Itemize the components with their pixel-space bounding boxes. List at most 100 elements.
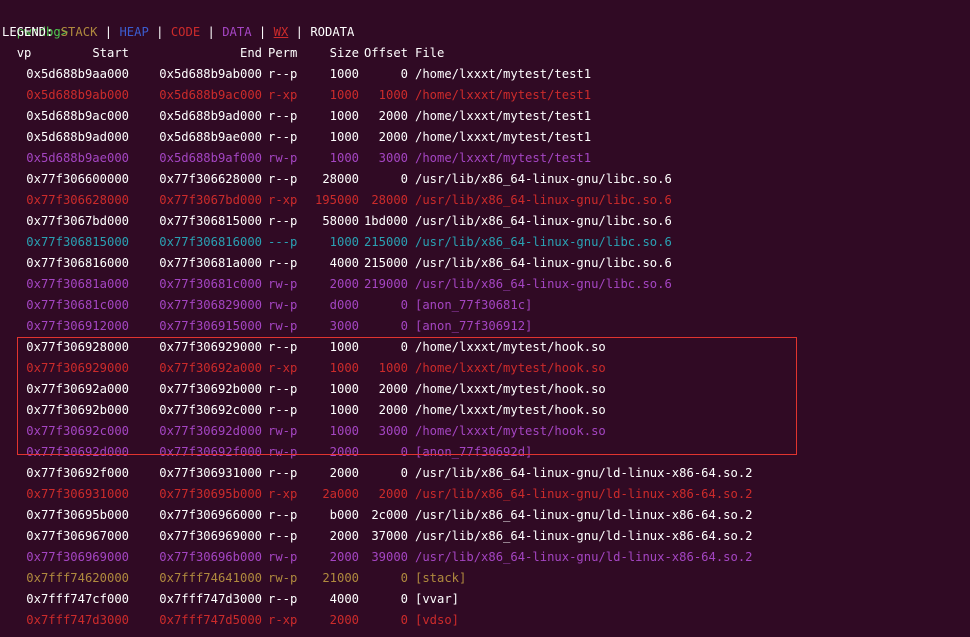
cell-end: 0x7fff747d3000: [159, 592, 262, 606]
table-row: 0x7fff747d3000 0x7fff747d5000 r-xp 2000 0 [vd…: [0, 610, 970, 631]
table-row: 0x5d688b9ab000 0x5d688b9ac000 r-xp 1000 1000…: [0, 85, 970, 106]
legend-line: LEGEND: STACK | HEAP | CODE | DATA | WX …: [2, 22, 354, 43]
table-row: 0x77f30692f000 0x77f306931000 r--p 2000 0/us…: [0, 463, 970, 484]
cell-start: 0x77f306928000: [26, 340, 129, 354]
table-row: 0x77f30692d000 0x77f30692f000 rw-p 2000 0 [an…: [0, 442, 970, 463]
cell-start: 0x77f30692b000: [26, 403, 129, 417]
cell-file: /home/lxxxt/mytest/test1: [415, 130, 592, 144]
cell-perm: r-xp: [268, 88, 298, 102]
cell-start: 0x77f306815000: [26, 235, 129, 249]
cell-size: 2000: [329, 550, 359, 564]
cell-perm: r--p: [268, 382, 298, 396]
table-row: 0x7fff747cf000 0x7fff747d3000 r--p 4000 0 [vv…: [0, 589, 970, 610]
legend-item-code: CODE: [170, 25, 201, 39]
cell-perm: r--p: [268, 109, 298, 123]
cell-start: 0x7fff747d3000: [26, 613, 129, 627]
header-start: Start: [92, 46, 129, 60]
cell-file: /home/lxxxt/mytest/hook.so: [415, 382, 606, 396]
cell-start: 0x77f306816000: [26, 256, 129, 270]
header-perm: Perm: [268, 46, 298, 60]
cell-start: 0x77f306967000: [26, 529, 129, 543]
table-row: 0x77f306928000 0x77f306929000 r--p 1000 0/ho…: [0, 337, 970, 358]
cell-offset: 2000: [378, 382, 408, 396]
cell-file: [vvar]: [415, 592, 460, 606]
cell-perm: r--p: [268, 340, 298, 354]
cell-file: /home/lxxxt/mytest/hook.so: [415, 424, 606, 438]
cell-size: 2000: [329, 529, 359, 543]
cell-perm: r--p: [268, 67, 298, 81]
prompt-line: pwndbg> vp: [2, 1, 68, 60]
legend-item-data: DATA: [222, 25, 252, 39]
cell-file: /usr/lib/x86_64-linux-gnu/ld-linux-x86-6…: [415, 466, 753, 480]
cell-perm: ---p: [268, 235, 298, 249]
cell-offset: 3000: [378, 424, 408, 438]
cell-offset: 2000: [378, 403, 408, 417]
cell-perm: rw-p: [268, 445, 298, 459]
cell-size: 3000: [329, 319, 359, 333]
cell-offset: 28000: [371, 193, 408, 207]
cell-size: 58000: [322, 214, 359, 228]
cell-size: 2a000: [322, 487, 359, 501]
table-row: 0x77f30695b000 0x77f306966000 r--p b000 2c00…: [0, 505, 970, 526]
cell-end: 0x77f306815000: [159, 214, 262, 228]
cell-perm: rw-p: [268, 571, 298, 585]
cell-perm: rw-p: [268, 424, 298, 438]
cell-size: 1000: [329, 88, 359, 102]
cell-end: 0x77f30692a000: [159, 361, 262, 375]
cell-offset: 2000: [378, 130, 408, 144]
cell-offset: 2000: [378, 109, 408, 123]
table-row: 0x7fff74620000 0x7fff74641000 rw-p 21000 0 [s…: [0, 568, 970, 589]
legend-label: LEGEND:: [2, 25, 54, 39]
table-row: 0x77f30692c000 0x77f30692d000 rw-p 1000 3000…: [0, 421, 970, 442]
cell-start: 0x77f306628000: [26, 193, 129, 207]
cell-start: 0x77f306931000: [26, 487, 129, 501]
table-row: 0x77f306967000 0x77f306969000 r--p 2000 3700…: [0, 526, 970, 547]
cell-start: 0x5d688b9ab000: [26, 88, 129, 102]
cell-offset: 0: [400, 571, 408, 585]
header-size: Size: [329, 46, 359, 60]
cell-end: 0x77f306628000: [159, 172, 262, 186]
cell-file: /home/lxxxt/mytest/hook.so: [415, 403, 606, 417]
cell-size: 2000: [329, 466, 359, 480]
cell-start: 0x77f30681a000: [26, 277, 129, 291]
cell-end: 0x77f306969000: [159, 529, 262, 543]
cell-start: 0x77f30692d000: [26, 445, 129, 459]
cell-end: 0x77f30692d000: [159, 424, 262, 438]
cell-offset: 0: [400, 298, 408, 312]
legend-separator: |: [295, 25, 303, 39]
cell-end: 0x5d688b9ac000: [159, 88, 262, 102]
header-file: File: [415, 46, 445, 60]
cell-size: 1000: [329, 151, 359, 165]
cell-end: 0x77f30695b000: [159, 487, 262, 501]
cell-start: 0x77f306600000: [26, 172, 129, 186]
cell-offset: 0: [400, 466, 408, 480]
cell-perm: r--p: [268, 256, 298, 270]
cell-size: 1000: [329, 130, 359, 144]
cell-end: 0x7fff747d5000: [159, 613, 262, 627]
cell-file: [vdso]: [415, 613, 460, 627]
cell-offset: 2c000: [371, 508, 408, 522]
cell-end: 0x77f30692f000: [159, 445, 262, 459]
cell-size: 28000: [322, 172, 359, 186]
cell-start: 0x5d688b9ad000: [26, 130, 129, 144]
cell-start: 0x77f30695b000: [26, 508, 129, 522]
cell-end: 0x77f306816000: [159, 235, 262, 249]
legend-separator: |: [104, 25, 113, 39]
cell-end: 0x77f3067bd000: [159, 193, 262, 207]
cell-perm: r-xp: [268, 613, 298, 627]
cell-file: /usr/lib/x86_64-linux-gnu/ld-linux-x86-6…: [415, 529, 753, 543]
cell-start: 0x7fff747cf000: [26, 592, 129, 606]
cell-file: /home/lxxxt/mytest/test1: [415, 67, 592, 81]
cell-start: 0x5d688b9ae000: [26, 151, 129, 165]
cell-offset: 1000: [378, 88, 408, 102]
cell-perm: r--p: [268, 403, 298, 417]
cell-perm: r--p: [268, 172, 298, 186]
cell-file: /usr/lib/x86_64-linux-gnu/libc.so.6: [415, 193, 672, 207]
cell-file: /home/lxxxt/mytest/test1: [415, 109, 592, 123]
cell-perm: rw-p: [268, 151, 298, 165]
legend-separator: |: [258, 25, 267, 39]
cell-file: /usr/lib/x86_64-linux-gnu/libc.so.6: [415, 172, 672, 186]
cell-perm: rw-p: [268, 319, 298, 333]
cell-perm: rw-p: [268, 298, 298, 312]
cell-start: 0x77f30681c000: [26, 298, 129, 312]
